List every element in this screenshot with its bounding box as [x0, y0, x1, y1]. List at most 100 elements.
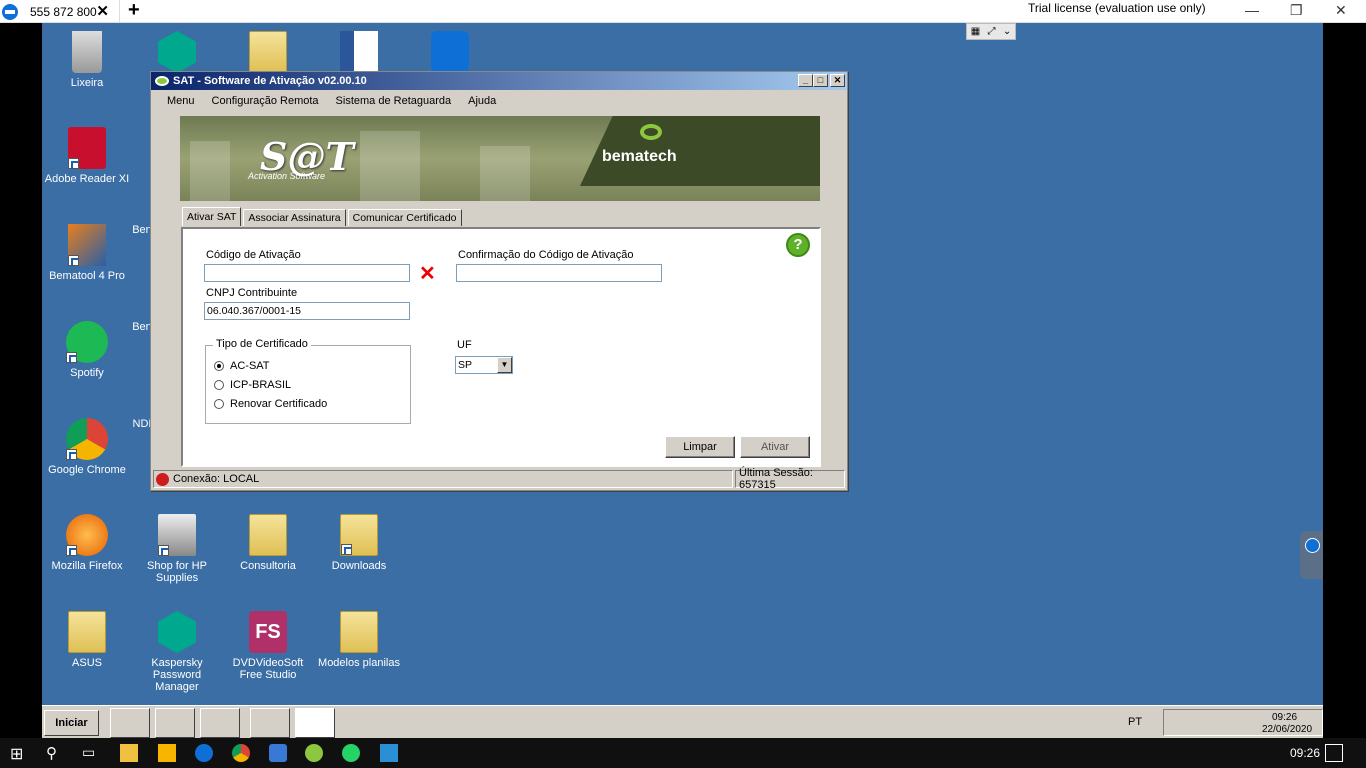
minimize-icon[interactable]: — [1245, 2, 1259, 18]
desktop-icon-adobe[interactable]: Adobe Reader XI [42, 127, 132, 185]
radio-dot [214, 361, 224, 371]
folder-icon [340, 611, 378, 653]
dropdown-arrow-icon[interactable]: ▼ [497, 357, 512, 373]
status-bar: Conexão: LOCAL Última Sessão: 657315 [153, 467, 845, 491]
uf-select[interactable]: SP ▼ [455, 356, 513, 374]
menu-item-menu[interactable]: Menu [167, 95, 195, 107]
teamviewer-icon[interactable] [195, 744, 213, 762]
desktop-icon-kaspersky[interactable]: Kaspersky Password Manager [132, 611, 222, 693]
sticky-notes-icon[interactable] [158, 744, 176, 762]
chevron-down-icon: ⌄ [1002, 26, 1012, 37]
maximize-button[interactable]: □ [813, 74, 828, 87]
remote-system-tray: 09:26 22/06/2020 [1163, 709, 1323, 736]
cnpj-input[interactable]: 06.040.367/0001-15 [204, 302, 410, 320]
desktop-icon-asus[interactable]: ASUS [42, 611, 132, 669]
radio-ac-sat[interactable]: AC-SAT [214, 360, 270, 372]
desktop-icon-partial[interactable]: Ben [132, 321, 152, 333]
desktop-icon-firefox[interactable]: Mozilla Firefox [42, 514, 132, 572]
radio-renovar[interactable]: Renovar Certificado [214, 398, 327, 410]
invalid-x-icon: ✕ [419, 263, 436, 285]
radio-label: Renovar Certificado [230, 398, 328, 410]
desktop-icon-partial[interactable]: NDI [132, 418, 152, 430]
folder-icon [249, 31, 287, 73]
kaspersky-free-icon [158, 31, 196, 73]
grid-icon: ▦ [970, 26, 981, 37]
app-icon[interactable] [269, 744, 287, 762]
taskbar-sat-icon[interactable] [295, 708, 335, 738]
start-button[interactable]: Iniciar [44, 710, 99, 736]
desktop-icon-bematool[interactable]: Bematool 4 Pro [42, 224, 132, 282]
desktop-icon-modelos[interactable]: Modelos planilas [314, 611, 404, 669]
menu-bar: Menu Configuração Remota Sistema de Reta… [151, 90, 847, 111]
remote-toolbar-toggle[interactable]: ▦ ⤢ ⌄ [966, 23, 1016, 40]
teamviewer-icon [2, 3, 18, 20]
remote-language[interactable]: PT [1128, 716, 1142, 728]
recycle-bin-icon [72, 31, 102, 73]
tab-comunicar-certificado[interactable]: Comunicar Certificado [347, 209, 462, 226]
desktop-icon-consultoria[interactable]: Consultoria [223, 514, 313, 572]
icon-label: NDI [132, 418, 152, 430]
session-tab[interactable]: 555 872 800 ✕ [0, 0, 120, 23]
help-button[interactable]: ? [786, 233, 810, 257]
app-is-icon[interactable] [380, 744, 398, 762]
status-sessao: Última Sessão: 657315 [735, 467, 845, 491]
connection-status-icon [156, 472, 169, 486]
taskbar-user-icon[interactable] [250, 708, 290, 738]
notification-icon[interactable] [1325, 744, 1343, 762]
whatsapp-icon[interactable] [342, 744, 360, 762]
close-button[interactable]: ✕ [830, 74, 845, 87]
sat-banner: S@T Activation Software bematech [180, 116, 820, 201]
taskbar-teamviewer-icon[interactable] [155, 708, 195, 738]
radio-icp-brasil[interactable]: ICP-BRASIL [214, 379, 291, 391]
restore-icon[interactable]: ❐ [1290, 2, 1303, 19]
icon-label: DVDVideoSoft Free Studio [232, 657, 304, 681]
chrome-icon [66, 418, 108, 460]
task-view-icon[interactable]: ▭ [82, 744, 100, 762]
start-label: Iniciar [55, 717, 88, 729]
taskbar-chrome-icon[interactable] [110, 708, 150, 738]
new-tab-button[interactable]: + [128, 0, 140, 22]
radio-label: ICP-BRASIL [230, 379, 292, 391]
uf-label: UF [457, 339, 472, 351]
menu-item-ajuda[interactable]: Ajuda [468, 95, 496, 107]
codigo-ativacao-input[interactable] [204, 264, 410, 282]
desktop-icon-partial[interactable]: Ben [132, 224, 152, 236]
icon-label: Mozilla Firefox [51, 560, 123, 572]
tab-ativar-sat[interactable]: Ativar SAT [182, 207, 242, 226]
taskbar-app-icon[interactable] [200, 708, 240, 738]
window-close-icon[interactable]: ✕ [1335, 2, 1347, 19]
firefox-icon [66, 514, 108, 556]
desktop-icon-downloads[interactable]: Downloads [314, 514, 404, 572]
menu-item-retaguarda[interactable]: Sistema de Retaguarda [336, 95, 452, 107]
tipo-certificado-label: Tipo de Certificado [213, 338, 311, 350]
file-explorer-icon[interactable] [120, 744, 138, 762]
remote-clock-time: 09:26 [1272, 712, 1298, 723]
search-icon[interactable]: ⚲ [46, 744, 64, 762]
sat-titlebar[interactable]: SAT - Software de Ativação v02.00.10 _ □… [151, 72, 847, 90]
close-icon[interactable]: ✕ [96, 2, 109, 20]
minimize-button[interactable]: _ [798, 74, 813, 87]
bematech-app-icon [155, 76, 169, 86]
icon-label: Consultoria [240, 560, 296, 572]
tab-associar-assinatura[interactable]: Associar Assinatura [243, 209, 346, 226]
desktop-icon-spotify[interactable]: Spotify [42, 321, 132, 379]
desktop-icon-chrome[interactable]: Google Chrome [42, 418, 132, 476]
radio-dot [214, 380, 224, 390]
desktop-icon-hp-shop[interactable]: Shop for HP Supplies [132, 514, 222, 584]
downloads-folder-icon [340, 514, 378, 556]
teamviewer-side-panel[interactable] [1300, 531, 1323, 579]
confirmacao-input[interactable] [456, 264, 662, 282]
menu-item-config-remota[interactable]: Configuração Remota [212, 95, 319, 107]
adobe-reader-icon [68, 127, 106, 169]
windows-start-icon[interactable]: ⊞ [10, 744, 28, 763]
desktop-icon-dvdvideosoft[interactable]: FS DVDVideoSoft Free Studio [223, 611, 313, 681]
desktop-icon-lixeira[interactable]: Lixeira [42, 31, 132, 89]
trial-license-text: Trial license (evaluation use only) [1028, 1, 1206, 15]
radio-label: AC-SAT [230, 360, 270, 372]
chrome-icon[interactable] [232, 744, 250, 762]
ativar-button[interactable]: Ativar [740, 436, 810, 458]
sat-icon[interactable] [305, 744, 323, 762]
icon-label: Ben [132, 224, 152, 236]
sat-title: SAT - Software de Ativação v02.00.10 [173, 75, 367, 87]
limpar-button[interactable]: Limpar [665, 436, 735, 458]
